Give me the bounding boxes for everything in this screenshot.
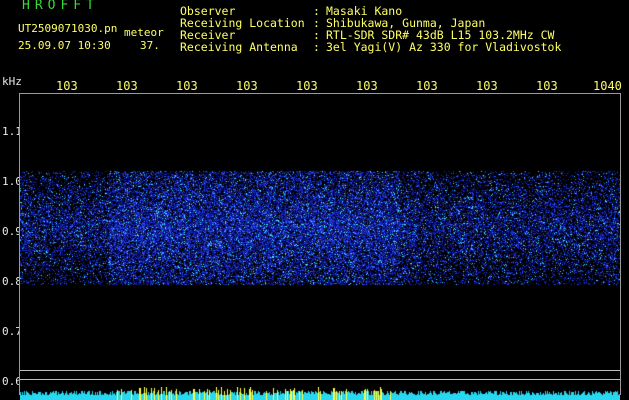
spectrogram-canvas (20, 93, 620, 395)
y-axis-unit: kHz (2, 75, 22, 88)
antenna-label: Receiving Antenna (180, 40, 298, 54)
file-name: UT2509071030.pn (18, 22, 118, 35)
x-tick-label: 103 (356, 79, 378, 93)
x-tick-label: 103 (296, 79, 318, 93)
x-tick-label: 103 (416, 79, 438, 93)
x-tick-label: 103 (236, 79, 258, 93)
plot-border-top (19, 93, 621, 94)
plot-border-right (620, 93, 621, 395)
date-time: 25.09.07 10:30 (18, 39, 111, 52)
x-tick-label: 103 (476, 79, 498, 93)
reference-line (20, 379, 620, 380)
x-tick-label: 103 (176, 79, 198, 93)
x-tick-label: 103 (536, 79, 558, 93)
spectrogram-window: HROFFT UT2509071030.pn meteor 25.09.07 1… (0, 0, 629, 400)
x-tick-label: 103 (56, 79, 78, 93)
app-title: HROFFT (22, 0, 99, 13)
signal-level-strip (20, 387, 620, 400)
x-tick-label: 103 (116, 79, 138, 93)
colon: : (313, 40, 320, 54)
detection-tag: meteor (124, 26, 164, 39)
antenna-value: 3el Yagi(V) Az 330 for Vladivostok (326, 40, 562, 54)
spectrogram-plot (20, 93, 620, 395)
x-tick-label: 1040 (593, 79, 622, 93)
reference-line (20, 370, 620, 371)
plot-border-left (19, 93, 20, 395)
detection-count: 37. (140, 39, 160, 52)
